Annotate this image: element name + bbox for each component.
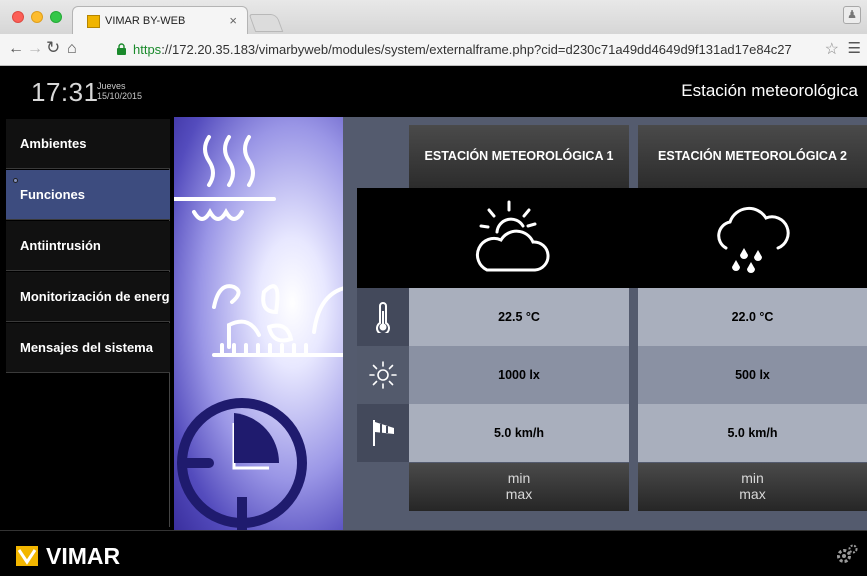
vimar-logo-icon — [16, 546, 38, 566]
clock-date-value: 15/10/2015 — [97, 91, 143, 101]
browser-tab-bar: VIMAR BY-WEB × ♟ — [0, 0, 867, 34]
browser-menu-icon[interactable]: ☰ — [848, 39, 861, 57]
back-arrow-icon[interactable]: ← — [8, 40, 24, 58]
page-title: Estación meteorológica — [681, 81, 858, 100]
wind-icon-cell — [357, 404, 409, 462]
tab-close-icon[interactable]: × — [229, 13, 237, 28]
weather-stations-panel: ESTACIÓN METEOROLÓGICA 1 ESTACIÓN METEOR… — [343, 117, 867, 530]
light-row: 1000 lx 500 lx — [357, 346, 867, 404]
minimize-window-button[interactable] — [31, 11, 43, 23]
thermometer-icon — [376, 302, 390, 333]
lock-icon — [117, 43, 126, 55]
browser-tab[interactable]: VIMAR BY-WEB × — [72, 6, 248, 34]
app-window: VIMAR BY-WEB × ♟ ← → ↻ ⌂ https://172.20.… — [0, 0, 867, 576]
station-1-light: 1000 lx — [409, 346, 629, 404]
active-indicator-dot — [13, 178, 18, 183]
weather-icon-row — [357, 188, 867, 288]
light-sun-icon — [369, 361, 397, 389]
sidebar-item-funciones[interactable]: Funciones — [6, 170, 170, 220]
station-1-minmax-button[interactable]: min max — [409, 463, 629, 511]
address-bar[interactable]: https://172.20.35.183/vimarbyweb/modules… — [133, 42, 792, 57]
partly-cloudy-icon — [475, 200, 550, 272]
sidebar-item-label: Funciones — [20, 187, 86, 202]
functions-banner-image — [174, 117, 343, 530]
max-label: max — [739, 486, 766, 502]
new-tab-button[interactable] — [248, 14, 284, 32]
url-text: ://172.20.35.183/vimarbyweb/modules/syst… — [161, 42, 792, 57]
app-header: 17:31 Jueves 15/10/2015 Estación meteoro… — [0, 67, 867, 117]
sidebar-item-ambientes[interactable]: Ambientes — [6, 119, 170, 169]
station-2-wind: 5.0 km/h — [638, 404, 867, 462]
wind-sock-icon — [373, 420, 394, 446]
bookmark-star-icon[interactable]: ☆ — [825, 39, 839, 59]
functions-illustration-icon — [174, 135, 343, 530]
station-2-temperature: 22.0 °C — [638, 288, 867, 346]
sidebar-item-monitorizacion[interactable]: Monitorización de energía — [6, 272, 170, 322]
station-2-minmax-button[interactable]: min max — [638, 463, 867, 511]
station-2-light: 500 lx — [638, 346, 867, 404]
min-label: min — [741, 470, 764, 486]
app-footer: VIMAR — [0, 530, 867, 576]
reload-icon[interactable]: ↻ — [46, 38, 60, 58]
forward-arrow-icon[interactable]: → — [27, 40, 43, 58]
clock-weekday: Jueves — [97, 81, 126, 91]
close-window-button[interactable] — [12, 11, 24, 23]
station-2-header[interactable]: ESTACIÓN METEOROLÓGICA 2 — [638, 125, 867, 188]
url-scheme: https — [133, 42, 162, 57]
temperature-row: 22.5 °C 22.0 °C — [357, 288, 867, 346]
min-label: min — [507, 470, 531, 486]
vimar-favicon-icon — [87, 15, 100, 28]
settings-gears-icon[interactable] — [835, 543, 859, 565]
wind-row: 5.0 km/h 5.0 km/h — [357, 404, 867, 462]
max-label: max — [505, 486, 533, 502]
temperature-icon-cell — [357, 288, 409, 346]
sidebar-item-mensajes[interactable]: Mensajes del sistema — [6, 323, 170, 373]
sidebar-item-antiintrusion[interactable]: Antiintrusión — [6, 221, 170, 271]
home-icon[interactable]: ⌂ — [67, 40, 77, 58]
clock-date: Jueves 15/10/2015 — [97, 81, 142, 101]
clock-time: 17:31 — [31, 77, 99, 107]
light-icon-cell — [357, 346, 409, 404]
user-profile-icon[interactable]: ♟ — [843, 6, 861, 24]
browser-toolbar: ← → ↻ ⌂ https://172.20.35.183/vimarbyweb… — [0, 34, 867, 66]
station-1-wind: 5.0 km/h — [409, 404, 629, 462]
sidebar-menu: Ambientes Funciones Antiintrusión Monito… — [6, 119, 170, 527]
brand-logo-text: VIMAR — [46, 543, 121, 569]
station-1-temperature: 22.5 °C — [409, 288, 629, 346]
station-1-header[interactable]: ESTACIÓN METEOROLÓGICA 1 — [409, 125, 629, 188]
rain-cloud-icon — [717, 206, 790, 273]
tab-title: VIMAR BY-WEB — [105, 15, 186, 27]
maximize-window-button[interactable] — [50, 11, 62, 23]
